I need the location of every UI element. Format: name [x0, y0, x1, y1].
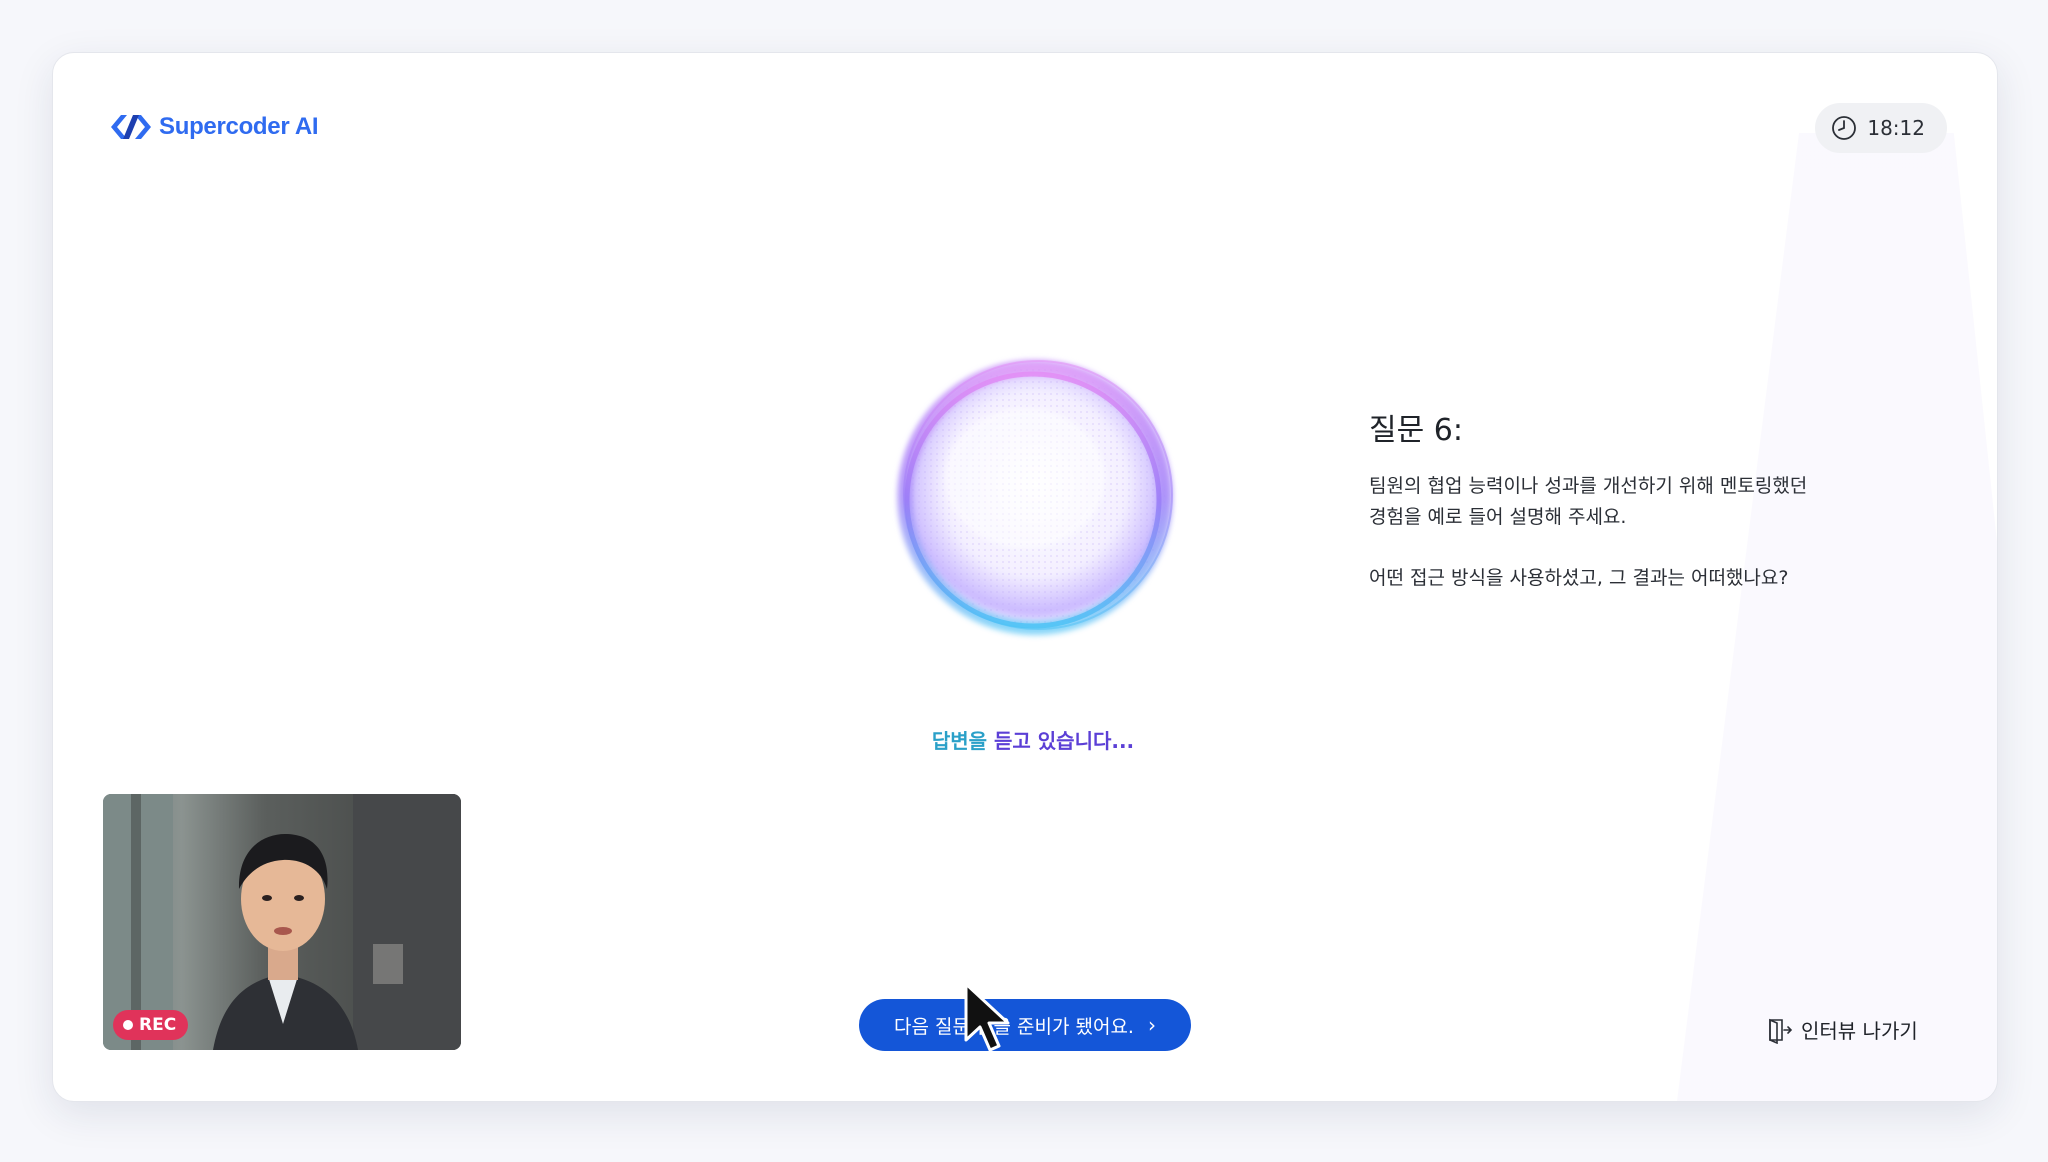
- interview-card: Supercoder AI 18:12 답변을 듣고 있습니다... 질문 6:…: [52, 52, 1998, 1102]
- mouse-pointer-icon: [964, 982, 1010, 1052]
- timer-badge: 18:12: [1815, 103, 1947, 153]
- question-line-1: 팀원의 협업 능력이나 성과를 개선하기 위해 멘토링했던: [1369, 475, 1808, 497]
- listening-status-part2: 듣고 있습니다...: [994, 729, 1135, 753]
- brand-name: Supercoder AI: [159, 113, 319, 140]
- candidate-video-preview: REC: [103, 794, 461, 1050]
- brand-logo[interactable]: Supercoder AI: [109, 113, 319, 141]
- recording-badge: REC: [113, 1010, 189, 1040]
- question-panel: 질문 6: 팀원의 협업 능력이나 성과를 개선하기 위해 멘토링했던 경험을 …: [1369, 405, 1889, 594]
- exit-door-icon: [1769, 1018, 1793, 1044]
- listening-status-part1: 답변을: [931, 729, 994, 753]
- question-title: 질문 6:: [1369, 413, 1463, 448]
- clock-icon: [1832, 116, 1857, 140]
- voice-orb-visualizer: [875, 338, 1195, 658]
- recording-label: REC: [139, 1015, 177, 1035]
- listening-status: 답변을 듣고 있습니다...: [833, 725, 1233, 754]
- timer-value: 18:12: [1867, 116, 1925, 140]
- exit-interview-button[interactable]: 인터뷰 나가기: [1765, 1015, 1918, 1044]
- chevron-right-icon: ›: [1147, 1013, 1156, 1037]
- question-line-2: 경험을 예로 들어 설명해 주세요.: [1369, 506, 1627, 528]
- code-brackets-icon: [111, 115, 151, 139]
- record-dot-icon: [123, 1020, 133, 1030]
- background-decoration: [1673, 133, 1997, 1101]
- question-line-3: 어떤 접근 방식을 사용하셨고, 그 결과는 어떠했나요?: [1369, 567, 1789, 589]
- ready-next-question-button[interactable]: 다음 질문 받을 준비가 됐어요. ›: [859, 999, 1191, 1051]
- exit-interview-label: 인터뷰 나가기: [1801, 1019, 1918, 1043]
